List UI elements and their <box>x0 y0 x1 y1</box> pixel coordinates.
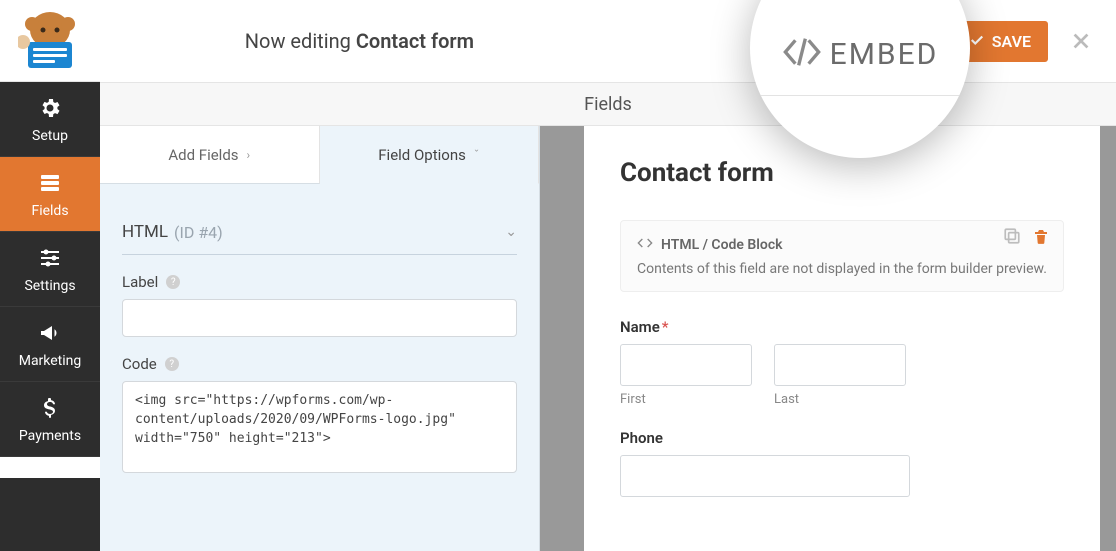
trash-icon[interactable] <box>1033 228 1049 244</box>
label-field-label: Label <box>122 273 158 291</box>
form-name: Contact form <box>356 29 474 53</box>
phone-label: Phone <box>620 429 1064 447</box>
tab-label: Add Fields <box>168 146 238 164</box>
subbar-title: Fields <box>584 94 632 115</box>
last-sublabel: Last <box>774 392 906 407</box>
nav-label: Fields <box>31 203 68 219</box>
gear-icon <box>38 96 62 120</box>
help-icon[interactable]: ? <box>166 275 180 289</box>
chevron-down-icon: ˇ <box>474 148 479 162</box>
code-icon <box>637 235 653 255</box>
preview-pane: Contact form HTML / Code Block Contents … <box>540 126 1116 551</box>
panel: Add Fields › Field Options ˇ HTML (ID #4… <box>100 126 540 551</box>
preview-title[interactable]: Contact form <box>620 158 1064 188</box>
html-block-desc: Contents of this field are not displayed… <box>637 261 1047 277</box>
html-block-header: HTML / Code Block <box>661 237 783 253</box>
tab-field-options[interactable]: Field Options ˇ <box>320 126 540 184</box>
phone-input[interactable] <box>620 455 910 497</box>
nav-settings[interactable]: Settings <box>0 232 100 307</box>
chevron-down-icon: ⌄ <box>505 224 517 240</box>
tab-label: Field Options <box>378 146 466 164</box>
nav-label: Setup <box>32 128 68 144</box>
close-button[interactable] <box>1070 30 1092 52</box>
html-code-block[interactable]: HTML / Code Block Contents of this field… <box>620 220 1064 292</box>
first-sublabel: First <box>620 392 752 407</box>
embed-button[interactable]: EMBED <box>782 32 939 76</box>
accordion-title: HTML <box>122 222 168 242</box>
check-icon <box>970 32 984 51</box>
megaphone-icon <box>38 321 62 345</box>
field-accordion[interactable]: HTML (ID #4) ⌄ <box>122 204 517 255</box>
magnifier-divider <box>750 95 970 96</box>
now-editing-prefix: Now editing <box>245 29 351 53</box>
zoom-callout: EMBED <box>750 0 970 158</box>
code-field-label: Code <box>122 355 157 373</box>
code-input[interactable] <box>122 381 517 473</box>
embed-label: EMBED <box>830 37 939 72</box>
nav-marketing[interactable]: Marketing <box>0 307 100 382</box>
sidebar: Setup Fields Settings Marketing Payments <box>0 0 100 551</box>
panel-tabs: Add Fields › Field Options ˇ <box>100 126 539 184</box>
accordion-meta: (ID #4) <box>174 223 223 242</box>
name-label: Name* <box>620 318 1064 336</box>
topbar-title: Now editing Contact form <box>0 29 803 53</box>
sliders-icon <box>38 246 62 270</box>
sidebar-fill <box>0 478 100 551</box>
last-name-input[interactable] <box>774 344 906 386</box>
list-icon <box>38 171 62 195</box>
chevron-right-icon: › <box>247 148 251 162</box>
nav-label: Payments <box>19 428 81 444</box>
dollar-icon <box>38 396 62 420</box>
required-asterisk: * <box>662 318 669 336</box>
nav-fields[interactable]: Fields <box>0 157 100 232</box>
label-input[interactable] <box>122 299 517 337</box>
nav-setup[interactable]: Setup <box>0 82 100 157</box>
nav-payments[interactable]: Payments <box>0 382 100 457</box>
nav-label: Marketing <box>19 353 82 369</box>
code-icon <box>782 32 822 76</box>
help-icon[interactable]: ? <box>165 357 179 371</box>
preview-body: Contact form HTML / Code Block Contents … <box>584 126 1100 551</box>
save-label: SAVE <box>992 32 1031 51</box>
first-name-input[interactable] <box>620 344 752 386</box>
tab-add-fields[interactable]: Add Fields › <box>100 126 320 184</box>
nav-label: Settings <box>24 278 75 294</box>
duplicate-icon[interactable] <box>1003 227 1021 245</box>
